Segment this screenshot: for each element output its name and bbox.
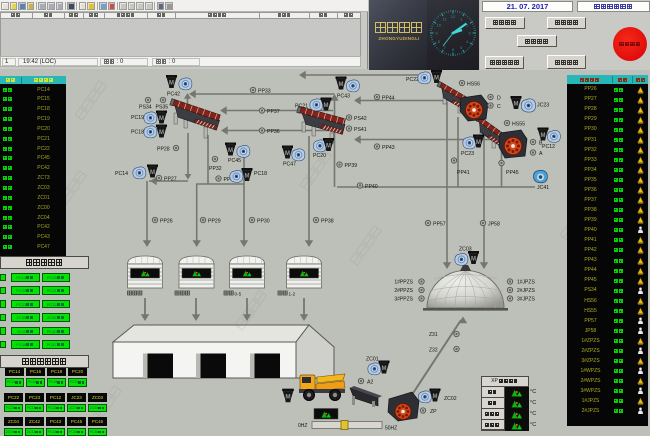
- svg-text:PC21: PC21: [295, 104, 308, 110]
- svg-text:2#PPZS: 2#PPZS: [394, 288, 413, 294]
- svg-text:0-5: 0-5: [235, 292, 242, 297]
- svg-text:PS35: PS35: [156, 105, 169, 111]
- svg-text:PP28: PP28: [157, 147, 170, 153]
- svg-text:PC23: PC23: [461, 151, 474, 157]
- svg-text:PC18: PC18: [131, 130, 144, 136]
- svg-text:PP26: PP26: [160, 219, 173, 225]
- svg-text:PP37: PP37: [267, 109, 280, 115]
- svg-text:PP57: PP57: [433, 222, 446, 228]
- svg-text:JC41: JC41: [537, 185, 549, 191]
- svg-text:PP38: PP38: [321, 219, 334, 225]
- svg-text:HS56: HS56: [467, 82, 480, 88]
- svg-text:HS55: HS55: [512, 122, 525, 128]
- svg-text:PP33: PP33: [258, 89, 271, 95]
- svg-text:PP27: PP27: [164, 177, 177, 183]
- svg-text:PC12: PC12: [542, 144, 555, 150]
- svg-text:PS41: PS41: [354, 127, 367, 133]
- svg-text:PS34: PS34: [139, 105, 152, 111]
- svg-text:A2: A2: [367, 380, 373, 386]
- svg-text:PP44: PP44: [382, 96, 395, 102]
- svg-text:2#JPZS: 2#JPZS: [517, 288, 535, 294]
- svg-text:ZC02: ZC02: [444, 396, 457, 402]
- svg-text:10: 10: [436, 22, 441, 27]
- svg-text:PC22: PC22: [406, 77, 419, 83]
- svg-text:2: 2: [466, 22, 469, 27]
- svg-text:PC18: PC18: [254, 171, 267, 177]
- svg-text:PC43: PC43: [337, 94, 350, 100]
- svg-text:50HZ: 50HZ: [385, 426, 397, 431]
- svg-text:PP45: PP45: [506, 170, 519, 176]
- svg-text:JP58: JP58: [488, 222, 500, 228]
- svg-text:1#PPZS: 1#PPZS: [394, 280, 413, 286]
- svg-text:PC42: PC42: [167, 92, 180, 98]
- svg-text:PP32: PP32: [209, 166, 222, 172]
- svg-text:PP36: PP36: [267, 129, 280, 135]
- svg-text:9: 9: [435, 31, 438, 36]
- svg-text:D: D: [497, 96, 501, 102]
- svg-text:PP39: PP39: [345, 163, 358, 169]
- svg-text:7: 7: [444, 45, 447, 50]
- svg-text:PP43: PP43: [382, 145, 395, 151]
- svg-text:1: 1: [460, 16, 463, 21]
- svg-text:PC47: PC47: [283, 162, 296, 168]
- svg-text:PC19: PC19: [131, 115, 144, 121]
- svg-text:Z32: Z32: [429, 348, 438, 354]
- svg-text:6: 6: [452, 47, 455, 52]
- svg-text:8: 8: [438, 39, 441, 44]
- svg-text:ZP: ZP: [430, 409, 437, 415]
- svg-text:5: 5: [460, 45, 463, 50]
- svg-text:PC14: PC14: [115, 171, 128, 177]
- svg-text:PP41: PP41: [457, 170, 470, 176]
- svg-text:PP29: PP29: [208, 219, 221, 225]
- svg-text:PC45: PC45: [228, 158, 241, 164]
- svg-text:JC23: JC23: [537, 103, 549, 109]
- svg-text:3: 3: [468, 31, 471, 36]
- svg-text:3#PPZS: 3#PPZS: [394, 297, 413, 303]
- svg-text:4: 4: [466, 39, 469, 44]
- svg-text:3#JPZS: 3#JPZS: [517, 297, 535, 303]
- svg-text:C: C: [497, 104, 501, 110]
- svg-text:1#JPZS: 1#JPZS: [517, 280, 535, 286]
- svg-text:12: 12: [451, 14, 456, 19]
- svg-text:A: A: [539, 151, 543, 157]
- svg-text:1-2: 1-2: [289, 292, 296, 297]
- svg-text:PP40: PP40: [365, 184, 378, 190]
- svg-text:PP30: PP30: [257, 219, 270, 225]
- svg-text:11: 11: [443, 16, 448, 21]
- svg-text:B: B: [539, 141, 543, 147]
- svg-text:0HZ: 0HZ: [298, 423, 307, 429]
- svg-text:Z31: Z31: [429, 332, 438, 338]
- svg-text:PS42: PS42: [354, 116, 367, 122]
- svg-text:ZC01: ZC01: [366, 357, 379, 363]
